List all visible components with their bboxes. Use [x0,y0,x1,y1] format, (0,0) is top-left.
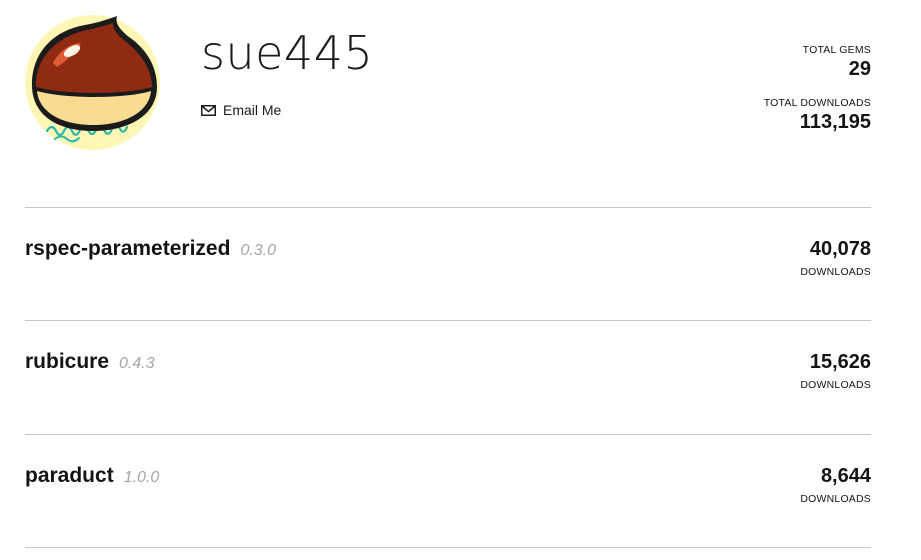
total-downloads-stat: TOTAL DOWNLOADS 113,195 [764,96,871,134]
profile-stats: TOTAL GEMS 29 TOTAL DOWNLOADS 113,195 [764,43,871,134]
profile-header: sue445 Email Me TOTAL GEMS 29 TOTAL DOWN… [0,0,921,208]
total-gems-stat: TOTAL GEMS 29 [764,43,871,81]
email-me-label: Email Me [223,102,282,118]
gem-name[interactable]: paraduct 1.0.0 [25,463,159,491]
gem-name[interactable]: rubicure 0.4.3 [25,349,155,377]
gem-name-label: rubicure [25,350,110,373]
gem-row-rubicure[interactable]: rubicure 0.4.3 15,626 DOWNLOADS [25,321,871,433]
gem-version: 1.0.0 [123,469,160,486]
gem-download-label: DOWNLOADS [800,379,871,391]
gem-name-label: rspec-parameterized [25,237,231,260]
mail-icon [201,104,216,116]
total-gems-value: 29 [848,58,871,80]
gem-version: 0.4.3 [119,355,155,372]
gem-download-count: 40,078 [809,238,871,260]
avatar [25,15,160,150]
total-downloads-value: 113,195 [799,111,871,133]
divider [25,547,871,548]
gem-version: 0.3.0 [240,242,277,259]
gem-name-label: paraduct [25,464,114,487]
username: sue445 [201,26,374,80]
gem-downloads: 8,644 DOWNLOADS [800,463,871,506]
total-downloads-label: TOTAL DOWNLOADS [763,97,871,109]
gem-row-rspec-parameterized[interactable]: rspec-parameterized 0.3.0 40,078 DOWNLOAD… [25,208,871,320]
gem-download-label: DOWNLOADS [800,493,871,505]
email-me-link[interactable]: Email Me [201,101,281,119]
gem-download-label: DOWNLOADS [800,266,871,278]
gem-download-count: 15,626 [809,351,871,373]
gem-downloads: 15,626 DOWNLOADS [800,349,871,392]
gem-name[interactable]: rspec-parameterized 0.3.0 [25,236,276,264]
chestnut-avatar-icon [25,15,160,150]
gem-download-count: 8,644 [820,465,871,487]
gem-downloads: 40,078 DOWNLOADS [800,236,871,279]
total-gems-label: TOTAL GEMS [802,44,871,56]
gem-row-paraduct[interactable]: paraduct 1.0.0 8,644 DOWNLOADS [25,435,871,547]
